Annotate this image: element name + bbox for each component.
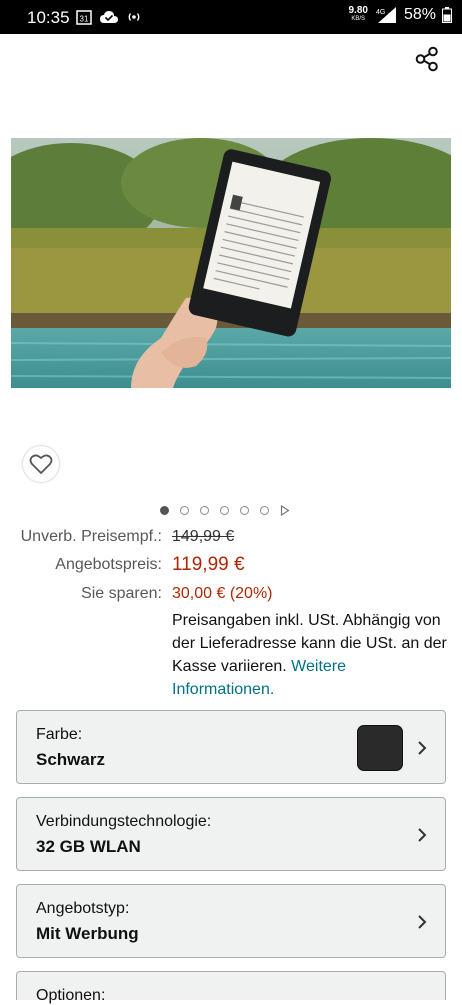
color-label: Farbe: bbox=[36, 726, 83, 743]
signal-icon: 4G bbox=[376, 7, 396, 23]
connectivity-value: 32 GB WLAN bbox=[36, 837, 141, 856]
carousel-dot[interactable] bbox=[260, 506, 269, 515]
chevron-right-icon bbox=[418, 741, 427, 755]
offer-price: 119,99 € bbox=[172, 554, 245, 575]
hotspot-icon bbox=[128, 13, 140, 21]
battery-icon bbox=[442, 7, 452, 23]
cloud-check-icon bbox=[100, 11, 118, 23]
savings-value: 30,00 € (20%) bbox=[172, 585, 273, 602]
carousel-dot[interactable] bbox=[240, 506, 249, 515]
share-icon[interactable] bbox=[412, 44, 442, 74]
carousel-indicator[interactable] bbox=[160, 505, 290, 516]
speed-unit: KB/S bbox=[351, 16, 366, 22]
heart-icon bbox=[29, 454, 53, 474]
status-bar: 10:35 31 9.80 KB/S 4G 58% bbox=[0, 0, 462, 34]
wishlist-button[interactable] bbox=[22, 445, 60, 483]
carousel-dot[interactable] bbox=[200, 506, 209, 515]
carousel-dot[interactable] bbox=[180, 506, 189, 515]
chevron-right-icon bbox=[418, 828, 427, 842]
calendar-day: 31 bbox=[80, 15, 89, 24]
color-value: Schwarz bbox=[36, 750, 105, 769]
list-price: 149,99 € bbox=[172, 528, 235, 545]
play-icon[interactable] bbox=[280, 505, 290, 516]
options-selector[interactable]: Optionen: bbox=[16, 971, 446, 1004]
network-speed: 9.80 KB/S bbox=[349, 6, 368, 24]
list-price-label: Unverb. Preisempf.: bbox=[20, 528, 162, 545]
color-swatch bbox=[357, 725, 403, 771]
carousel-dot[interactable] bbox=[220, 506, 229, 515]
offer-type-selector[interactable]: Angebotstyp: Mit Werbung bbox=[16, 884, 446, 958]
battery-percent: 58% bbox=[403, 6, 436, 23]
offer-price-label: Angebotspreis: bbox=[55, 556, 162, 573]
status-time: 10:35 bbox=[27, 8, 70, 27]
product-image[interactable] bbox=[11, 138, 451, 388]
connectivity-selector[interactable]: Verbindungstechnologie: 32 GB WLAN bbox=[16, 797, 446, 871]
tax-note: Preisangaben inkl. USt. Abhängig von der… bbox=[172, 609, 447, 701]
color-selector[interactable]: Farbe: Schwarz bbox=[16, 710, 446, 784]
savings-label: Sie sparen: bbox=[81, 585, 162, 602]
options-label: Optionen: bbox=[36, 987, 106, 1004]
offer-type-label: Angebotstyp: bbox=[36, 900, 130, 917]
connectivity-label: Verbindungstechnologie: bbox=[36, 813, 212, 830]
chevron-right-icon bbox=[418, 915, 427, 929]
network-type: 4G bbox=[376, 9, 385, 16]
carousel-dot[interactable] bbox=[160, 506, 169, 515]
calendar-icon: 31 bbox=[76, 10, 92, 25]
offer-type-value: Mit Werbung bbox=[36, 924, 139, 943]
